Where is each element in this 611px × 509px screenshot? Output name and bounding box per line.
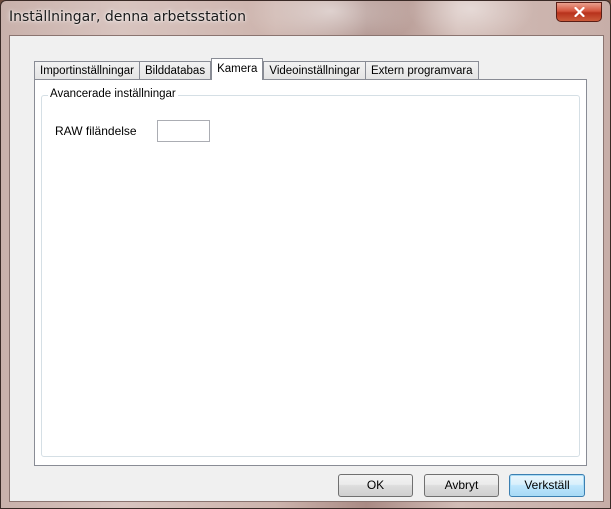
close-button[interactable] <box>556 2 602 22</box>
ok-button[interactable]: OK <box>338 474 413 497</box>
dialog-client-area: Importinställningar Bilddatabas Kamera V… <box>9 35 604 502</box>
advanced-settings-group: Avancerade inställningar RAW filändelse <box>41 88 580 457</box>
close-icon <box>573 7 585 17</box>
tab-videoinstallningar[interactable]: Videoinställningar <box>263 61 366 80</box>
tab-panel-kamera: Avancerade inställningar RAW filändelse <box>34 79 587 466</box>
title-bar[interactable]: Inställningar, denna arbetsstation <box>1 1 610 35</box>
tab-bilddatabas[interactable]: Bilddatabas <box>138 61 212 80</box>
tab-importinstallningar[interactable]: Importinställningar <box>34 61 140 80</box>
advanced-settings-group-label: Avancerade inställningar <box>48 88 178 100</box>
tab-strip: Importinställningar Bilddatabas Kamera V… <box>34 58 479 80</box>
tab-kamera[interactable]: Kamera <box>211 58 264 80</box>
tab-extern-programvara[interactable]: Extern programvara <box>364 61 479 80</box>
cancel-button[interactable]: Avbryt <box>424 474 499 497</box>
apply-button[interactable]: Verkställ <box>509 474 585 497</box>
raw-extension-label: RAW filändelse <box>55 124 137 138</box>
window-title: Inställningar, denna arbetsstation <box>9 9 246 25</box>
raw-extension-input[interactable] <box>157 120 210 142</box>
settings-dialog: Inställningar, denna arbetsstation Impor… <box>0 0 611 509</box>
